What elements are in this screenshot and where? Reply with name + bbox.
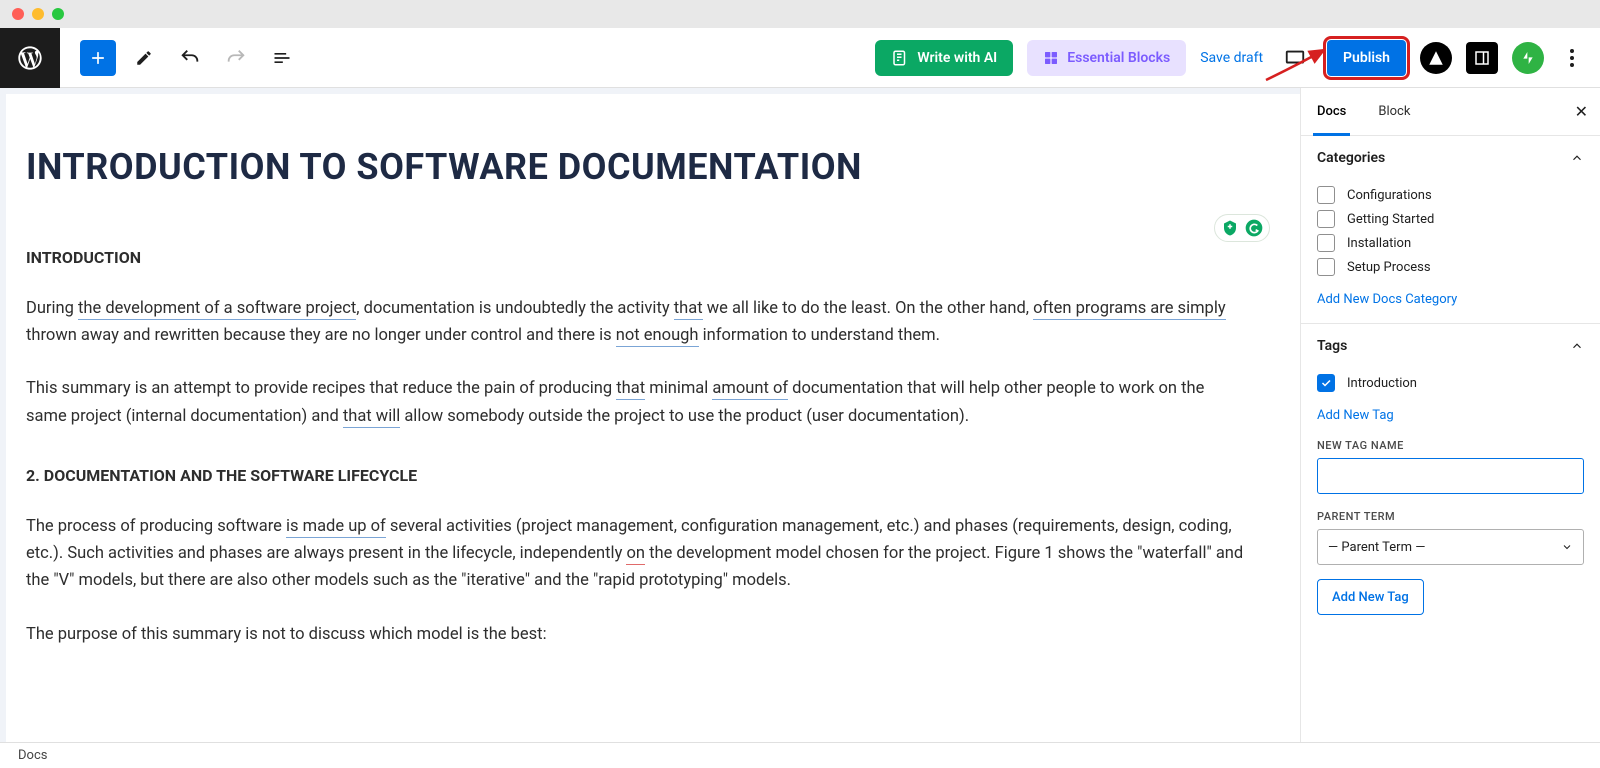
- paragraph-2[interactable]: This summary is an attempt to provide re…: [26, 375, 1246, 429]
- tags-panel: Tags Introduction Add New Tag NEW TAG NA…: [1301, 324, 1600, 631]
- add-category-link[interactable]: Add New Docs Category: [1317, 292, 1457, 307]
- categories-title: Categories: [1317, 150, 1385, 166]
- tag-row: Introduction: [1317, 374, 1584, 392]
- add-new-tag-button[interactable]: Add New Tag: [1317, 579, 1424, 615]
- essential-blocks-label: Essential Blocks: [1067, 50, 1170, 66]
- write-with-ai-label: Write with AI: [917, 50, 997, 66]
- annotation-arrow: [1264, 44, 1334, 88]
- traffic-lights: [12, 8, 64, 20]
- paragraph-1[interactable]: During the development of a software pro…: [26, 295, 1246, 349]
- breadcrumb[interactable]: Docs: [18, 748, 47, 763]
- chevron-up-icon: [1570, 151, 1584, 165]
- editor-canvas-wrap: INTRODUCTION TO SOFTWARE DOCUMENTATION I…: [0, 88, 1300, 742]
- redo-button[interactable]: [218, 40, 254, 76]
- tags-title: Tags: [1317, 338, 1347, 354]
- write-with-ai-button[interactable]: Write with AI: [875, 40, 1013, 76]
- categories-toggle[interactable]: Categories: [1301, 136, 1600, 180]
- category-row: Setup Process: [1317, 258, 1584, 276]
- chevron-up-icon: [1570, 339, 1584, 353]
- tag-label: Introduction: [1347, 376, 1417, 391]
- section-heading-2[interactable]: 2. DOCUMENTATION AND THE SOFTWARE LIFECY…: [26, 466, 1246, 485]
- category-row: Getting Started: [1317, 210, 1584, 228]
- section-heading-intro[interactable]: INTRODUCTION: [26, 248, 1246, 267]
- tags-toggle[interactable]: Tags: [1301, 324, 1600, 368]
- maximize-window-icon[interactable]: [52, 8, 64, 20]
- edit-tools-button[interactable]: [126, 40, 162, 76]
- add-block-button[interactable]: [80, 40, 116, 76]
- parent-term-value: — Parent Term —: [1328, 540, 1425, 555]
- category-row: Installation: [1317, 234, 1584, 252]
- category-label: Getting Started: [1347, 212, 1434, 227]
- page-title[interactable]: INTRODUCTION TO SOFTWARE DOCUMENTATION: [26, 146, 1246, 188]
- close-sidebar-button[interactable]: ✕: [1575, 102, 1588, 121]
- categories-panel: Categories Configurations Getting Starte…: [1301, 136, 1600, 324]
- publish-button[interactable]: Publish: [1327, 40, 1406, 76]
- sidebar-tabs: Docs Block ✕: [1301, 88, 1600, 136]
- editor-canvas[interactable]: INTRODUCTION TO SOFTWARE DOCUMENTATION I…: [6, 94, 1300, 742]
- jetpack-icon[interactable]: [1512, 42, 1544, 74]
- undo-button[interactable]: [172, 40, 208, 76]
- paragraph-4[interactable]: The purpose of this summary is not to di…: [26, 621, 1246, 648]
- grammarly-icon[interactable]: [1243, 217, 1265, 239]
- publish-label: Publish: [1343, 50, 1390, 66]
- chevron-down-icon: [1561, 541, 1573, 553]
- category-checkbox[interactable]: [1317, 234, 1335, 252]
- essential-blocks-button[interactable]: Essential Blocks: [1027, 40, 1186, 76]
- save-draft-button[interactable]: Save draft: [1200, 50, 1263, 66]
- add-tag-link[interactable]: Add New Tag: [1317, 408, 1394, 423]
- category-checkbox[interactable]: [1317, 186, 1335, 204]
- category-label: Configurations: [1347, 188, 1432, 203]
- new-tag-name-input[interactable]: [1317, 458, 1584, 494]
- tab-docs[interactable]: Docs: [1301, 88, 1362, 135]
- minimize-window-icon[interactable]: [32, 8, 44, 20]
- parent-term-label: PARENT TERM: [1317, 510, 1584, 523]
- settings-sidebar: Docs Block ✕ Categories Configurations G…: [1300, 88, 1600, 742]
- settings-panel-toggle[interactable]: [1466, 42, 1498, 74]
- tab-block[interactable]: Block: [1362, 88, 1426, 135]
- category-row: Configurations: [1317, 186, 1584, 204]
- wordpress-logo[interactable]: [0, 28, 60, 88]
- options-menu-button[interactable]: [1558, 40, 1586, 76]
- editor-topbar: Write with AI Essential Blocks Save draf…: [0, 28, 1600, 88]
- parent-term-select[interactable]: — Parent Term —: [1317, 529, 1584, 565]
- plugin-icon-a[interactable]: [1420, 42, 1452, 74]
- close-window-icon[interactable]: [12, 8, 24, 20]
- category-label: Installation: [1347, 236, 1411, 251]
- window-chrome: [0, 0, 1600, 28]
- editor-footer: Docs: [0, 742, 1600, 768]
- category-checkbox[interactable]: [1317, 258, 1335, 276]
- shield-icon[interactable]: [1219, 217, 1241, 239]
- assistant-icons: [1214, 214, 1270, 242]
- new-tag-name-label: NEW TAG NAME: [1317, 439, 1584, 452]
- category-label: Setup Process: [1347, 260, 1431, 275]
- tag-checkbox[interactable]: [1317, 374, 1335, 392]
- category-checkbox[interactable]: [1317, 210, 1335, 228]
- document-overview-button[interactable]: [264, 40, 300, 76]
- paragraph-3[interactable]: The process of producing software is mad…: [26, 513, 1246, 595]
